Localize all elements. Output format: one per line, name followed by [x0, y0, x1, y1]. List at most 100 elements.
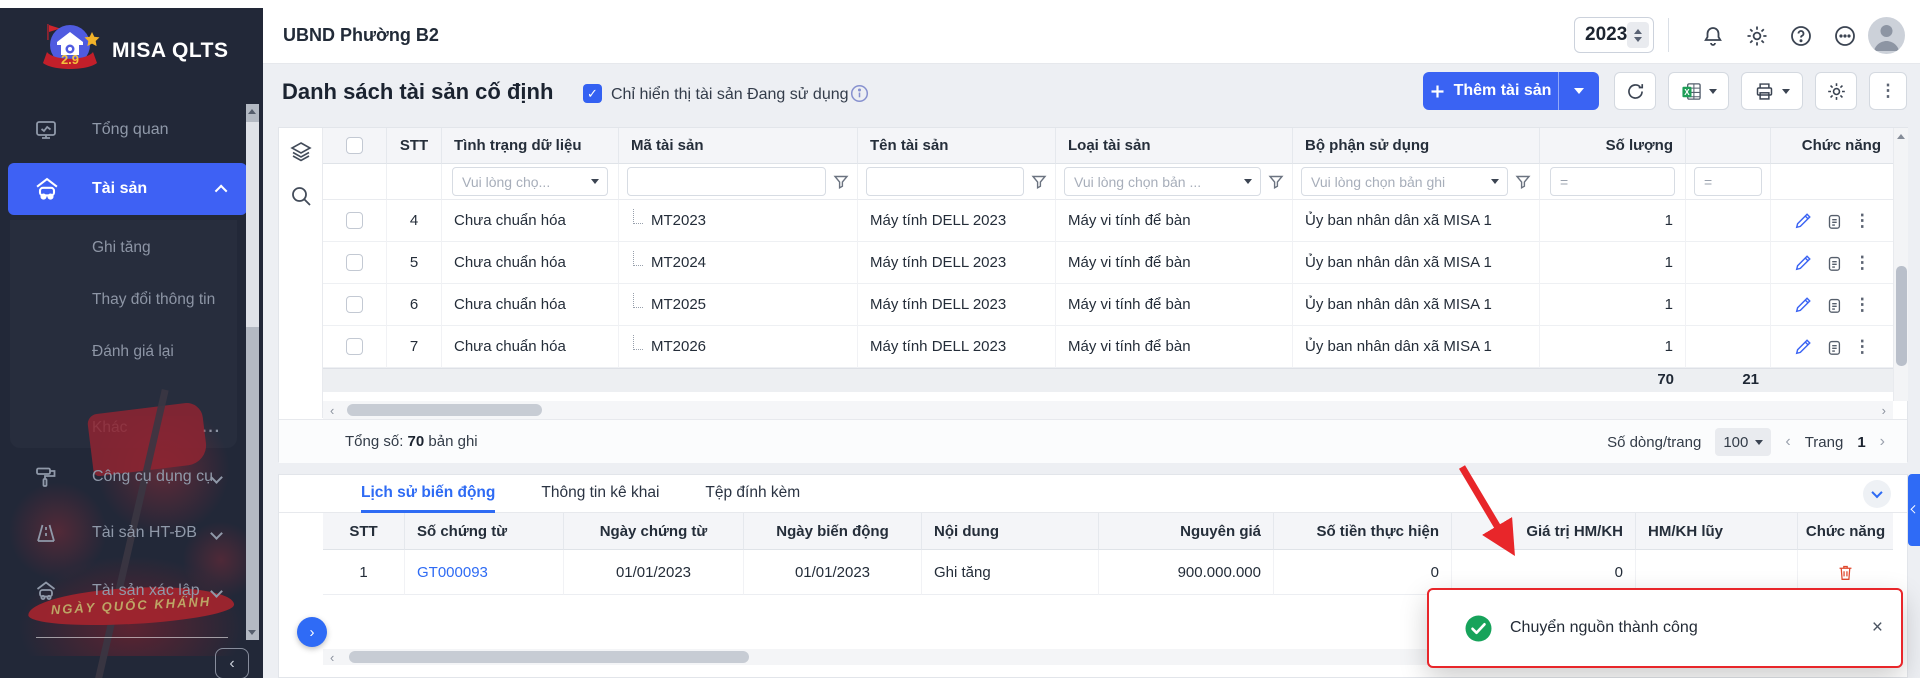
- stepper-up-icon[interactable]: [1634, 29, 1642, 34]
- table-horizontal-scrollbar[interactable]: ‹ ›: [323, 401, 1893, 419]
- name-filter-input[interactable]: [866, 167, 1024, 196]
- refresh-button[interactable]: [1614, 72, 1656, 110]
- table-row[interactable]: 4 Chưa chuẩn hóa MT2023 Máy tính DELL 20…: [323, 200, 1893, 242]
- sidebar-item-tools[interactable]: Công cụ dụng cụ: [0, 455, 247, 499]
- next-page-button[interactable]: ›: [1880, 433, 1885, 451]
- row-more-button[interactable]: ⋮: [1854, 337, 1871, 357]
- duplicate-button[interactable]: [1824, 253, 1844, 273]
- add-asset-dropdown-button[interactable]: [1558, 72, 1599, 110]
- status-filter-select[interactable]: Vui lòng chọ...: [452, 167, 608, 196]
- row-checkbox[interactable]: [346, 254, 363, 271]
- submenu-item-thay-doi[interactable]: Thay đổi thông tin: [10, 282, 237, 318]
- only-in-use-checkbox[interactable]: ✓: [583, 84, 602, 103]
- table-row[interactable]: 7 Chưa chuẩn hóa MT2026 Máy tính DELL 20…: [323, 326, 1893, 368]
- table-settings-button[interactable]: [1815, 72, 1857, 110]
- row-more-button[interactable]: ⋮: [1854, 211, 1871, 231]
- dept-filter-select[interactable]: Vui lòng chọn bản ghi: [1301, 167, 1508, 196]
- qty-filter-input[interactable]: =: [1550, 167, 1675, 196]
- col-header-stt: STT: [323, 513, 405, 550]
- notifications-button[interactable]: [1700, 23, 1726, 49]
- edit-button[interactable]: [1793, 295, 1813, 315]
- cell-actions: ⋮: [1771, 242, 1893, 284]
- right-panel-handle[interactable]: [1908, 474, 1920, 546]
- vertical-scrollbar-thumb[interactable]: [1896, 266, 1907, 366]
- help-button[interactable]: [1788, 23, 1814, 49]
- submenu-item-khac[interactable]: Khác ...: [10, 410, 237, 446]
- select-all-checkbox[interactable]: [346, 137, 363, 154]
- prev-page-button[interactable]: ‹: [1785, 433, 1790, 451]
- tab-thong-tin-ke-khai[interactable]: Thông tin kê khai: [541, 475, 659, 513]
- expand-sidebar-button[interactable]: ›: [297, 617, 327, 647]
- row-checkbox[interactable]: [346, 212, 363, 229]
- horizontal-scrollbar-thumb[interactable]: [347, 404, 542, 416]
- layers-icon[interactable]: [289, 140, 313, 164]
- row-checkbox[interactable]: [346, 296, 363, 313]
- year-stepper[interactable]: [1627, 22, 1649, 48]
- extra-filter-input[interactable]: =: [1694, 167, 1762, 196]
- more-menu-button[interactable]: [1832, 23, 1858, 49]
- year-selector[interactable]: 2023: [1574, 17, 1654, 53]
- user-avatar[interactable]: [1868, 17, 1905, 54]
- col-header-original-cost: Nguyên giá: [1099, 513, 1274, 550]
- cell-actions: ⋮: [1771, 284, 1893, 326]
- funnel-icon[interactable]: [833, 174, 849, 190]
- sidebar-scrollbar-thumb[interactable]: [246, 122, 259, 327]
- settings-button[interactable]: [1744, 23, 1770, 49]
- detail-scrollbar-thumb[interactable]: [349, 651, 749, 663]
- sidebar-item-established[interactable]: Tài sản xác lập: [0, 569, 247, 613]
- table-vertical-scrollbar[interactable]: [1893, 128, 1908, 401]
- document-link[interactable]: GT000093: [417, 564, 488, 581]
- row-more-button[interactable]: ⋮: [1854, 295, 1871, 315]
- topbar: UBND Phường B2 2023: [263, 8, 1920, 64]
- sidebar-scrollbar[interactable]: [246, 104, 259, 640]
- gear-icon: [1826, 81, 1847, 102]
- per-page-select[interactable]: 100: [1715, 428, 1771, 456]
- submenu-item-ghi-tang[interactable]: Ghi tăng: [10, 230, 237, 266]
- sidebar-item-overview[interactable]: Tổng quan: [0, 108, 247, 152]
- sidebar-collapse-button[interactable]: ‹: [215, 648, 249, 678]
- only-in-use-label: Chỉ hiển thị tài sản Đang sử dụng: [611, 86, 849, 104]
- edit-button[interactable]: [1793, 337, 1813, 357]
- delete-button[interactable]: [1836, 562, 1856, 582]
- submenu-item-danh-gia[interactable]: Đánh giá lại: [10, 334, 237, 370]
- cell-code: MT2026: [619, 326, 858, 368]
- add-asset-button[interactable]: Thêm tài sản: [1423, 72, 1558, 110]
- scroll-up-icon[interactable]: [248, 109, 256, 114]
- edit-button[interactable]: [1793, 253, 1813, 273]
- info-icon[interactable]: [850, 84, 869, 103]
- sidebar-item-infrastructure[interactable]: Tài sản HT-ĐB: [0, 511, 247, 555]
- table-row[interactable]: 6 Chưa chuẩn hóa MT2025 Máy tính DELL 20…: [323, 284, 1893, 326]
- misa-emblem-icon: 2.9: [36, 20, 102, 82]
- paint-roller-icon: [32, 463, 60, 491]
- code-filter-input[interactable]: [627, 167, 826, 196]
- stepper-down-icon[interactable]: [1634, 37, 1642, 42]
- edit-button[interactable]: [1793, 211, 1813, 231]
- scroll-left-icon[interactable]: ‹: [323, 650, 341, 665]
- sidebar-item-assets[interactable]: Tài sản: [8, 163, 247, 215]
- table-row[interactable]: 5 Chưa chuẩn hóa MT2024 Máy tính DELL 20…: [323, 242, 1893, 284]
- export-excel-button[interactable]: X: [1668, 72, 1729, 110]
- toast-close-button[interactable]: ×: [1872, 617, 1883, 639]
- row-checkbox[interactable]: [346, 338, 363, 355]
- funnel-icon[interactable]: [1515, 174, 1531, 190]
- scroll-left-icon[interactable]: ‹: [323, 403, 341, 418]
- row-more-button[interactable]: ⋮: [1854, 253, 1871, 273]
- type-filter-select[interactable]: Vui lòng chọn bản ...: [1064, 167, 1261, 196]
- scroll-up-icon[interactable]: [1897, 134, 1905, 139]
- monitor-icon: [32, 116, 60, 144]
- more-actions-button[interactable]: ⋮: [1869, 72, 1907, 110]
- collapse-detail-button[interactable]: [1863, 480, 1891, 508]
- funnel-icon[interactable]: [1268, 174, 1284, 190]
- funnel-icon[interactable]: [1031, 174, 1047, 190]
- scroll-down-icon[interactable]: [248, 630, 256, 635]
- duplicate-button[interactable]: [1824, 295, 1844, 315]
- print-button[interactable]: [1741, 72, 1803, 110]
- tab-tep-dinh-kem[interactable]: Tệp đính kèm: [705, 475, 800, 513]
- cell-dept: Ủy ban nhân dân xã MISA 1: [1293, 200, 1540, 242]
- search-icon[interactable]: [289, 184, 313, 208]
- tab-lich-su-bien-dong[interactable]: Lịch sử biến động: [361, 475, 495, 513]
- scroll-right-icon[interactable]: ›: [1875, 403, 1893, 418]
- duplicate-button[interactable]: [1824, 337, 1844, 357]
- duplicate-button[interactable]: [1824, 211, 1844, 231]
- chevron-down-icon: [1871, 487, 1882, 498]
